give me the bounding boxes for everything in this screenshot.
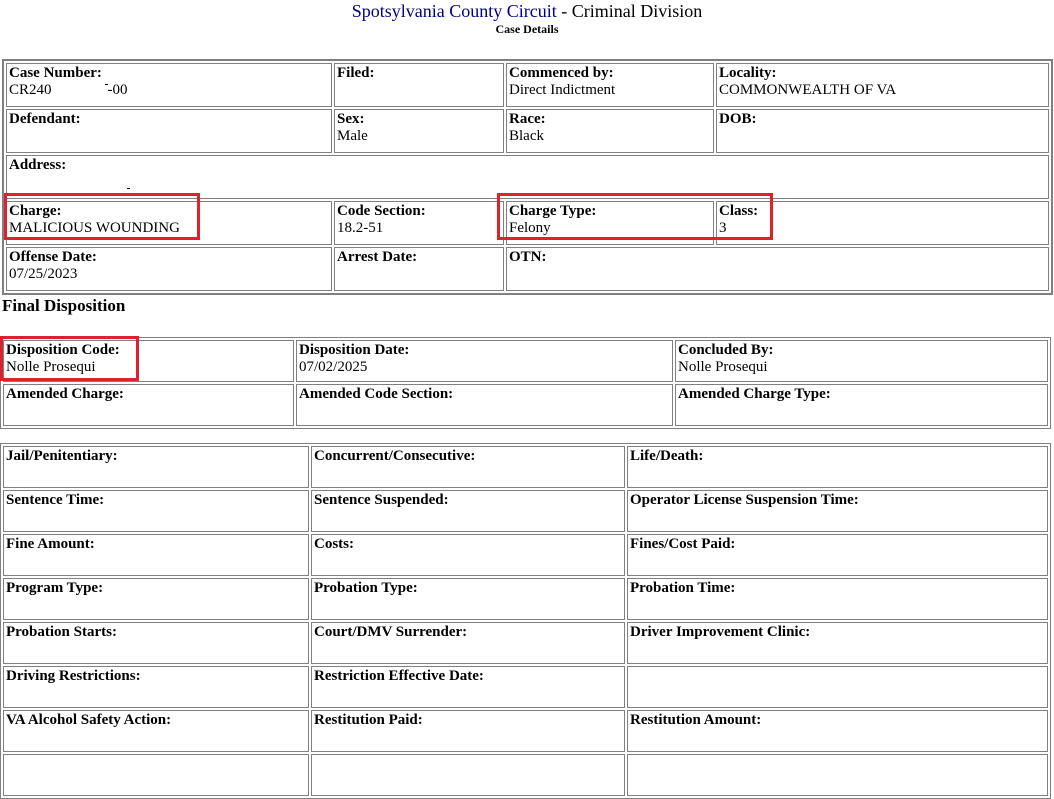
commenced-label: Commenced by: [509,65,614,81]
sentencing-cell: Concurrent/Consecutive: [311,446,625,488]
sentencing-cell: Jail/Penitentiary: [3,446,309,488]
address-label: Address: [9,157,67,173]
race-label: Race: [509,111,546,127]
offense-date-cell: Offense Date: 07/25/2023 [6,247,332,291]
filed-cell: Filed: [334,63,504,107]
case-number-cell: Case Number: CR240 -00 [6,63,332,107]
disposition-date-label: Disposition Date: [299,342,410,358]
concluded-by-value: Nolle Prosequi [678,359,768,375]
amended-code-section-cell: Amended Code Section: [296,384,673,426]
charge-cell: Charge: MALICIOUS WOUNDING [6,201,332,245]
disposition-code-label: Disposition Code: [6,342,120,358]
sentencing-cell: Program Type: [3,578,309,620]
amended-code-section-label: Amended Code Section: [299,386,454,402]
disposition-date-value: 07/02/2025 [299,359,368,375]
race-cell: Race: Black [506,109,714,153]
sentencing-cell: Life/Death: [627,446,1048,488]
code-section-label: Code Section: [337,203,426,219]
dob-cell: DOB: [716,109,1049,153]
sentencing-cell: Sentence Suspended: [311,490,625,532]
sentencing-cell: VA Alcohol Safety Action: [3,710,309,752]
sentencing-table: Jail/Penitentiary: Concurrent/Consecutiv… [0,443,1051,799]
sentencing-cell: Restitution Amount: [627,710,1048,752]
charge-type-value: Felony [509,220,551,236]
sentencing-cell: Operator License Suspension Time: [627,490,1048,532]
disposition-table: Disposition Code: Nolle Prosequi Disposi… [0,337,1051,429]
otn-cell: OTN: [506,247,1049,291]
amended-charge-label: Amended Charge: [6,386,124,402]
sentencing-cell: Driving Restrictions: [3,666,309,708]
address-value [9,174,1046,191]
sentencing-cell: Sentence Time: [3,490,309,532]
charge-label: Charge: [9,203,62,219]
court-name: Spotsylvania County Circuit [351,1,557,21]
charge-type-cell: Charge Type: Felony [506,201,714,245]
charge-type-label: Charge Type: [509,203,597,219]
sentencing-cell: Restriction Effective Date: [311,666,625,708]
sentencing-cell [311,754,625,796]
sentencing-cell: Costs: [311,534,625,576]
arrest-date-cell: Arrest Date: [334,247,504,291]
case-number-value: CR240 -00 [9,82,128,98]
case-details-table: Case Number: CR240 -00 Filed: Commenced b… [2,59,1053,295]
defendant-cell: Defendant: [6,109,332,153]
case-number-label: Case Number: [9,65,102,81]
final-disposition-heading: Final Disposition [2,296,126,315]
sentencing-cell: Fine Amount: [3,534,309,576]
sentencing-cell: Fines/Cost Paid: [627,534,1048,576]
page-title: Spotsylvania County Circuit - Criminal D… [0,1,1054,21]
amended-charge-type-cell: Amended Charge Type: [675,384,1048,426]
class-label: Class: [719,203,759,219]
sentencing-cell: Restitution Paid: [311,710,625,752]
amended-charge-type-label: Amended Charge Type: [678,386,831,402]
sentencing-cell: Probation Starts: [3,622,309,664]
code-section-value: 18.2-51 [337,220,384,236]
arrest-date-label: Arrest Date: [337,249,418,265]
locality-cell: Locality: COMMONWEALTH OF VA [716,63,1049,107]
sentencing-cell [627,754,1048,796]
concluded-by-label: Concluded By: [678,342,774,358]
sentencing-cell: Probation Type: [311,578,625,620]
sentencing-cell [627,666,1048,708]
sex-value: Male [337,128,368,144]
filed-label: Filed: [337,65,375,81]
locality-value: COMMONWEALTH OF VA [719,82,897,98]
amended-charge-cell: Amended Charge: [3,384,294,426]
sentencing-cell: Driver Improvement Clinic: [627,622,1048,664]
code-section-cell: Code Section: 18.2-51 [334,201,504,245]
division-name: - Criminal Division [561,1,703,21]
page-subtitle: Case Details [495,22,559,36]
otn-label: OTN: [509,249,547,265]
sex-cell: Sex: Male [334,109,504,153]
address-cell: Address: [6,155,1049,199]
race-value: Black [509,128,544,144]
class-value: 3 [719,220,727,236]
offense-date-label: Offense Date: [9,249,97,265]
disposition-code-cell: Disposition Code: Nolle Prosequi [3,340,294,382]
offense-date-value: 07/25/2023 [9,266,78,282]
disposition-date-cell: Disposition Date: 07/02/2025 [296,340,673,382]
charge-value: MALICIOUS WOUNDING [9,220,180,236]
sentencing-cell: Court/DMV Surrender: [311,622,625,664]
commenced-cell: Commenced by: Direct Indictment [506,63,714,107]
defendant-label: Defendant: [9,111,81,127]
sentencing-cell: Probation Time: [627,578,1048,620]
disposition-code-value: Nolle Prosequi [6,359,96,375]
concluded-by-cell: Concluded By: Nolle Prosequi [675,340,1048,382]
locality-label: Locality: [719,65,777,81]
class-cell: Class: 3 [716,201,1049,245]
dob-label: DOB: [719,111,757,127]
commenced-value: Direct Indictment [509,82,616,98]
sex-label: Sex: [337,111,365,127]
sentencing-cell [3,754,309,796]
